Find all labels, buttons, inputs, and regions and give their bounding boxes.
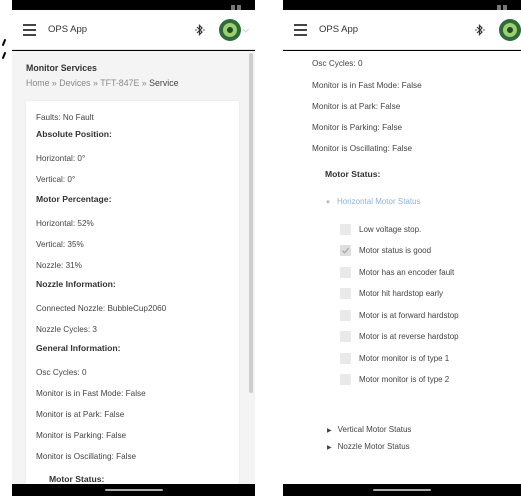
percentage-vertical-text: Vertical: 35% (36, 240, 84, 249)
app-header: OPS App ⌵ (12, 10, 255, 50)
motor-status-checkbox-row[interactable]: Motor is at forward hardstop (340, 309, 459, 321)
motor-status-checkbox-row[interactable]: Motor has an encoder fault (340, 266, 454, 278)
home-indicator[interactable] (283, 484, 521, 496)
service-card: Faults: No Fault Absolute Position: Hori… (26, 101, 239, 484)
breadcrumb-separator: » (51, 78, 57, 88)
device-avatar[interactable] (218, 18, 241, 41)
breadcrumb-device[interactable]: TFT-847E (100, 78, 139, 88)
bluetooth-icon[interactable] (469, 19, 491, 41)
edge-mark (0, 38, 10, 60)
checkbox-label: Motor has an encoder fault (359, 267, 455, 277)
system-icons (229, 0, 243, 10)
page-title: Monitor Services (26, 63, 97, 73)
triangle-down-icon: ▼ (325, 200, 331, 206)
checkbox-label: Low voltage stop. (359, 224, 422, 234)
percentage-horizontal-text: Horizontal: 52% (36, 219, 94, 228)
page-content: Osc Cycles: 0 Monitor is in Fast Mode: F… (283, 51, 521, 484)
horizontal-motor-status-label: Horizontal Motor Status (336, 197, 421, 206)
motor-status-heading: Motor Status: (49, 474, 105, 484)
app-title: OPS App (319, 24, 359, 35)
motor-status-checkbox-row[interactable]: Motor is at reverse hardstop (340, 331, 459, 343)
absolute-vertical-text: Vertical: 0° (36, 175, 76, 184)
breadcrumb-devices[interactable]: Devices (59, 78, 90, 88)
park-text: Monitor is at Park: False (312, 102, 401, 111)
nozzle-information-heading: Nozzle Information: (36, 279, 116, 289)
parking-text: Monitor is Parking: False (312, 123, 403, 132)
parking-text: Monitor is Parking: False (36, 431, 127, 440)
vertical-motor-status-label: Vertical Motor Status (337, 425, 412, 434)
general-information-heading: General Information: (36, 343, 121, 353)
motor-status-checkbox-row[interactable]: Motor status is good (340, 245, 431, 257)
system-icons (495, 0, 509, 10)
breadcrumb: Home » Devices » TFT-847E » Service (26, 78, 179, 88)
motor-status-checkbox-row[interactable]: Low voltage stop. (340, 223, 421, 235)
breadcrumb-home[interactable]: Home (26, 78, 49, 88)
motor-percentage-heading: Motor Percentage: (36, 194, 112, 204)
breadcrumb-separator: » (93, 78, 98, 88)
oscillating-text: Monitor is Oscillating: False (312, 144, 413, 153)
park-text: Monitor is at Park: False (36, 410, 125, 419)
hamburger-menu-icon[interactable] (283, 10, 317, 50)
checkbox-label: Motor monitor is of type 2 (359, 375, 450, 384)
checkbox[interactable] (340, 223, 351, 235)
checkbox-label: Motor monitor is of type 1 (359, 353, 450, 363)
motor-status-checkbox-row[interactable]: Motor monitor is of type 1 (340, 352, 449, 364)
oscillating-text: Monitor is Oscillating: False (36, 452, 137, 461)
checkbox[interactable] (340, 374, 351, 385)
percentage-nozzle-text: Nozzle: 31% (36, 261, 82, 270)
app-header: OPS App (283, 10, 521, 50)
breadcrumb-current: Service (149, 78, 179, 88)
hamburger-menu-icon[interactable] (12, 10, 46, 50)
device-avatar[interactable] (499, 18, 521, 41)
triangle-right-icon: ▶ (327, 428, 332, 434)
checkbox[interactable] (340, 288, 351, 299)
checkbox[interactable] (340, 266, 351, 278)
fast-mode-text: Monitor is in Fast Mode: False (312, 81, 422, 90)
breadcrumb-separator: » (141, 78, 147, 88)
home-indicator[interactable] (12, 484, 255, 496)
checkbox-label: Motor hit hardstop early (359, 289, 444, 298)
nozzle-motor-status-toggle[interactable]: ▶ Nozzle Motor Status (327, 442, 410, 451)
left-screen: OPS App ⌵ Monitor Services Home » Device… (12, 0, 255, 496)
checkbox[interactable] (340, 309, 351, 321)
fast-mode-text: Monitor is in Fast Mode: False (36, 389, 146, 398)
osc-cycles-text: Osc Cycles: 0 (36, 368, 87, 377)
checkbox-label: Motor is at reverse hardstop (359, 332, 459, 341)
checkbox-label: Motor status is good (359, 246, 432, 255)
horizontal-motor-status-toggle[interactable]: ▼ Horizontal Motor Status (325, 197, 421, 206)
triangle-right-icon: ▶ (327, 445, 332, 451)
bluetooth-icon[interactable] (189, 19, 211, 41)
motor-status-heading: Motor Status: (325, 169, 381, 179)
vertical-motor-status-toggle[interactable]: ▶ Vertical Motor Status (327, 425, 411, 434)
osc-cycles-text: Osc Cycles: 0 (312, 59, 363, 68)
motor-status-checkbox-row[interactable]: Motor hit hardstop early (340, 288, 443, 300)
checkbox[interactable] (340, 245, 351, 256)
connected-nozzle-text: Connected Nozzle: BubbleCup2060 (36, 304, 167, 313)
right-screen: OPS App Osc Cycles: 0 Monitor is in Fast… (283, 0, 521, 496)
page-content: Monitor Services Home » Devices » TFT-84… (12, 51, 255, 484)
nozzle-cycles-text: Nozzle Cycles: 3 (36, 325, 97, 334)
chevron-down-icon[interactable]: ⌵ (243, 25, 249, 35)
checkbox[interactable] (340, 331, 351, 342)
check-icon (342, 247, 350, 254)
status-bar (12, 0, 255, 10)
absolute-position-heading: Absolute Position: (36, 129, 112, 139)
nozzle-motor-status-label: Nozzle Motor Status (337, 442, 410, 451)
checkbox[interactable] (340, 352, 351, 364)
absolute-horizontal-text: Horizontal: 0° (36, 154, 86, 163)
checkbox-label: Motor is at forward hardstop (359, 310, 459, 320)
faults-text: Faults: No Fault (36, 113, 94, 122)
motor-status-checkbox-row[interactable]: Motor monitor is of type 2 (340, 374, 449, 386)
app-title: OPS App (48, 24, 88, 35)
scrollbar[interactable] (249, 53, 253, 393)
status-bar (283, 0, 521, 10)
